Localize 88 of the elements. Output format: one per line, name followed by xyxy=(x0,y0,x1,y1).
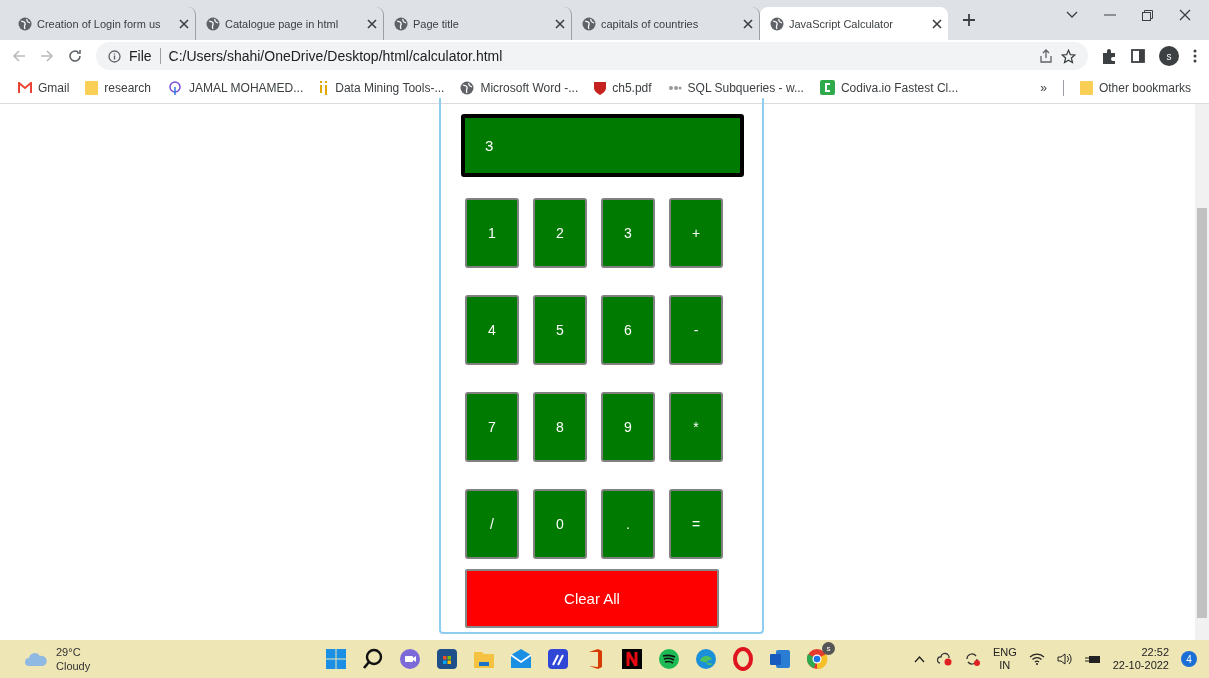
chevron-up-icon[interactable] xyxy=(913,655,925,663)
globe-icon xyxy=(18,16,32,31)
globe-icon xyxy=(460,80,475,95)
star-icon[interactable] xyxy=(1061,48,1076,64)
globe-icon xyxy=(582,16,596,31)
speaker-icon[interactable] xyxy=(1056,653,1073,665)
mail-icon xyxy=(18,82,32,93)
browser-circle-icon xyxy=(805,647,829,671)
globe-icon xyxy=(206,16,220,31)
puzzle-icon[interactable] xyxy=(1102,48,1117,64)
url-scheme: File xyxy=(129,48,152,64)
more-icon[interactable] xyxy=(1193,49,1197,63)
bookmark[interactable]: Data Mining Tools-... xyxy=(319,80,445,95)
browser-tab[interactable]: JavaScript Calculator xyxy=(760,7,948,40)
swirl-icon[interactable] xyxy=(694,647,718,671)
bookmark[interactable]: SQL Subqueries - w... xyxy=(667,80,804,95)
new-tab-icon[interactable] xyxy=(962,13,976,27)
clock[interactable]: 22:52 22-10-2022 xyxy=(1112,646,1169,672)
film-icon[interactable] xyxy=(620,647,644,671)
profile-avatar[interactable]: s xyxy=(1159,46,1179,66)
calculator-key[interactable]: + xyxy=(669,198,723,268)
close-icon[interactable] xyxy=(179,18,189,29)
ring-icon[interactable] xyxy=(731,647,755,671)
reload-icon[interactable] xyxy=(68,49,82,63)
close-icon[interactable] xyxy=(1179,9,1191,21)
address-bar[interactable]: File C:/Users/shahi/OneDrive/Desktop/html/calculator.html xyxy=(96,42,1088,70)
share-icon[interactable] xyxy=(1039,49,1053,63)
dots-icon xyxy=(667,83,682,92)
calculator-key[interactable]: 9 xyxy=(601,392,655,462)
calculator-key[interactable]: * xyxy=(669,392,723,462)
envelope-icon[interactable] xyxy=(509,647,533,671)
calculator-key[interactable]: 2 xyxy=(533,198,587,268)
clear-all-button[interactable]: Clear All xyxy=(465,569,719,628)
browser-tab[interactable]: Page title xyxy=(384,7,572,40)
calculator-key[interactable]: 1 xyxy=(465,198,519,268)
temperature: 29°C xyxy=(56,645,82,659)
url-text: C:/Users/shahi/OneDrive/Desktop/html/calculator.html xyxy=(168,48,504,64)
wifi-icon[interactable] xyxy=(1028,653,1045,665)
calculator-key[interactable]: 5 xyxy=(533,295,587,365)
store-bag-icon[interactable] xyxy=(435,647,459,671)
close-icon[interactable] xyxy=(932,18,942,29)
close-icon[interactable] xyxy=(743,18,753,29)
sound-waves-icon[interactable] xyxy=(657,647,681,671)
calculator-key[interactable]: 4 xyxy=(465,295,519,365)
bookmark[interactable]: JAMAL MOHAMED... xyxy=(167,80,304,95)
folder-icon xyxy=(1079,80,1093,95)
side-panel-icon[interactable] xyxy=(1131,49,1145,63)
calculator-key[interactable]: / xyxy=(465,489,519,559)
browser-button[interactable]: s xyxy=(805,642,835,671)
info-icon xyxy=(108,49,121,63)
browser-tab[interactable]: Creation of Login form us xyxy=(8,7,196,40)
shield-icon xyxy=(594,80,607,95)
restore-icon[interactable] xyxy=(1142,9,1153,21)
sync-icon[interactable] xyxy=(964,651,981,667)
calculator-key[interactable]: 0 xyxy=(533,489,587,559)
close-icon[interactable] xyxy=(555,18,565,29)
video-chat-icon[interactable] xyxy=(398,647,422,671)
calculator-key[interactable]: 8 xyxy=(533,392,587,462)
calculator-key[interactable]: 6 xyxy=(601,295,655,365)
slash-tile-icon[interactable] xyxy=(546,647,570,671)
bookmark[interactable]: Gmail xyxy=(18,80,70,95)
close-icon[interactable] xyxy=(367,18,377,29)
document-icon[interactable] xyxy=(768,647,792,671)
battery-icon[interactable] xyxy=(1084,653,1101,665)
search-icon[interactable] xyxy=(361,647,385,671)
language-indicator[interactable]: ENG IN xyxy=(992,646,1017,672)
globe-icon xyxy=(394,16,408,31)
calculator-key[interactable]: . xyxy=(601,489,655,559)
windows-logo-icon[interactable] xyxy=(324,647,348,671)
calculator-display: 3 xyxy=(461,114,744,177)
calculator-key[interactable]: = xyxy=(669,489,723,559)
bracket-icon xyxy=(819,80,835,95)
weather-text: Cloudy xyxy=(56,659,91,673)
folder-icon xyxy=(85,80,99,95)
bookmark[interactable]: ch5.pdf xyxy=(594,80,652,95)
calculator-key[interactable]: 7 xyxy=(465,392,519,462)
calculator-key[interactable]: 3 xyxy=(601,198,655,268)
notification-badge[interactable]: 4 xyxy=(1181,651,1197,667)
bookmark[interactable]: Codiva.io Fastest Cl... xyxy=(819,80,959,95)
browser-tab[interactable]: Catalogue page in html xyxy=(196,7,384,40)
bookmark[interactable]: Microsoft Word -... xyxy=(460,80,579,95)
calculator-key[interactable]: - xyxy=(669,295,723,365)
bars-icon xyxy=(319,80,330,95)
profile-badge: s xyxy=(822,642,835,655)
more-bookmarks[interactable]: » xyxy=(1040,80,1047,95)
bookmark[interactable]: research xyxy=(85,80,152,95)
globe-icon xyxy=(770,16,784,31)
bookmark[interactable]: Other bookmarks xyxy=(1079,80,1191,95)
